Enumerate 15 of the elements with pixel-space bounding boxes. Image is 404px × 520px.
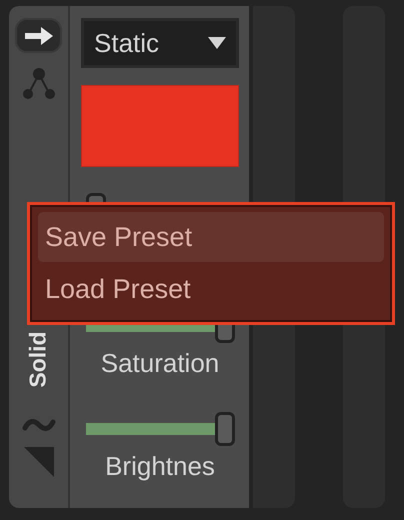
mode-dropdown[interactable]: Static bbox=[81, 18, 239, 68]
color-swatch[interactable] bbox=[81, 85, 239, 167]
arrow-button[interactable] bbox=[15, 18, 62, 53]
slider-track[interactable] bbox=[86, 412, 235, 446]
slider-thumb[interactable] bbox=[215, 412, 235, 446]
menu-item[interactable]: Load Preset bbox=[38, 264, 384, 314]
corner-triangle-icon[interactable] bbox=[24, 447, 54, 477]
right-arrow-icon bbox=[22, 24, 54, 46]
slider-label: Brightnes bbox=[104, 451, 216, 482]
wave-icon[interactable] bbox=[22, 417, 56, 433]
slider-label: Saturation bbox=[100, 348, 220, 379]
menu-item[interactable]: Save Preset bbox=[38, 212, 384, 262]
caret-icon bbox=[208, 37, 226, 49]
node-graph-icon[interactable] bbox=[20, 67, 56, 101]
mode-label: Solid bbox=[25, 330, 52, 388]
